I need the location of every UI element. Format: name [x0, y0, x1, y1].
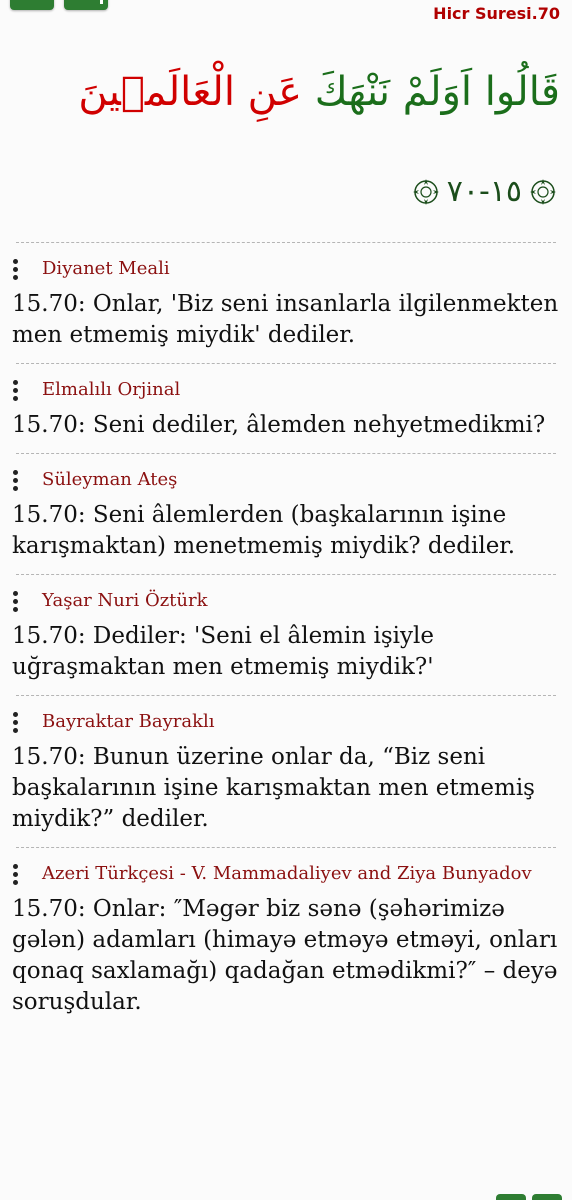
translation-item-yasar-nuri: Yaşar Nuri Öztürk 15.70: Dediler: 'Seni …	[0, 575, 572, 695]
translation-text: 15.70: Seni âlemlerden (başkalarının işi…	[12, 502, 516, 559]
more-options-icon[interactable]	[10, 259, 20, 283]
share-button[interactable]	[64, 0, 108, 10]
translation-item-bayrakli: Bayraktar Bayraklı 15.70: Bunun üzerine …	[0, 696, 572, 847]
surah-title: Hicr Suresi.70	[433, 4, 560, 23]
arabic-text-green: قَالُوا اَوَلَمْ نَنْهَكَ	[314, 69, 560, 115]
ayah-number: ١٥-٧٠	[446, 174, 522, 209]
translation-item-suleyman-ates: Süleyman Ateş 15.70: Seni âlemlerden (ba…	[0, 454, 572, 574]
translation-source: Yaşar Nuri Öztürk	[42, 590, 208, 611]
ornament-left-icon	[412, 178, 439, 205]
more-options-icon[interactable]	[10, 591, 20, 615]
translation-item-azeri: Azeri Türkçesi - V. Mammadaliyev and Ziy…	[0, 848, 572, 1030]
top-bar: Hicr Suresi.70	[0, 0, 572, 32]
translation-source: Azeri Türkçesi - V. Mammadaliyev and Ziy…	[42, 863, 532, 884]
more-options-icon[interactable]	[10, 470, 20, 494]
translation-text: 15.70: Dediler: 'Seni el âlemin işiyle u…	[12, 623, 434, 680]
arabic-text-line: قَالُوا اَوَلَمْ نَنْهَكَ عَنِ الْعَالَم…	[78, 52, 560, 132]
more-options-icon[interactable]	[10, 864, 20, 888]
ayah-number-marker: ١٥-٧٠	[411, 174, 558, 209]
menu-button[interactable]	[10, 0, 54, 10]
share-icon	[100, 0, 103, 4]
arabic-verse[interactable]: قَالُوا اَوَلَمْ نَنْهَكَ عَنِ الْعَالَم…	[0, 32, 572, 242]
ornament-right-icon	[530, 178, 556, 205]
translation-text: 15.70: Seni dediler, âlemden nehyetmedik…	[12, 412, 546, 438]
verse-detail-screen: Hicr Suresi.70 قَالُوا اَوَلَمْ نَنْهَكَ…	[0, 0, 572, 1200]
translation-source: Bayraktar Bayraklı	[42, 711, 215, 732]
translation-source: Elmalılı Orjinal	[42, 379, 181, 400]
translation-source: Süleyman Ateş	[42, 469, 178, 490]
translation-item-elmalili: Elmalılı Orjinal 15.70: Seni dediler, âl…	[0, 364, 572, 453]
translation-source: Diyanet Meali	[42, 258, 170, 279]
arabic-text-red: عَنِ الْعَالَمٖينَ	[78, 69, 302, 115]
translation-text: 15.70: Onlar: ″Məgər biz sənə (şəhərimiz…	[12, 896, 558, 1015]
more-options-icon[interactable]	[10, 712, 20, 736]
translation-item-diyanet: Diyanet Meali 15.70: Onlar, 'Biz seni in…	[0, 243, 572, 363]
bottom-toolbar	[0, 1186, 572, 1200]
translation-text: 15.70: Onlar, 'Biz seni insanlarla ilgil…	[12, 291, 559, 348]
next-button[interactable]	[532, 1194, 562, 1200]
translation-text: 15.70: Bunun üzerine onlar da, “Biz seni…	[12, 744, 535, 832]
more-options-icon[interactable]	[10, 380, 20, 404]
previous-button[interactable]	[496, 1194, 526, 1200]
